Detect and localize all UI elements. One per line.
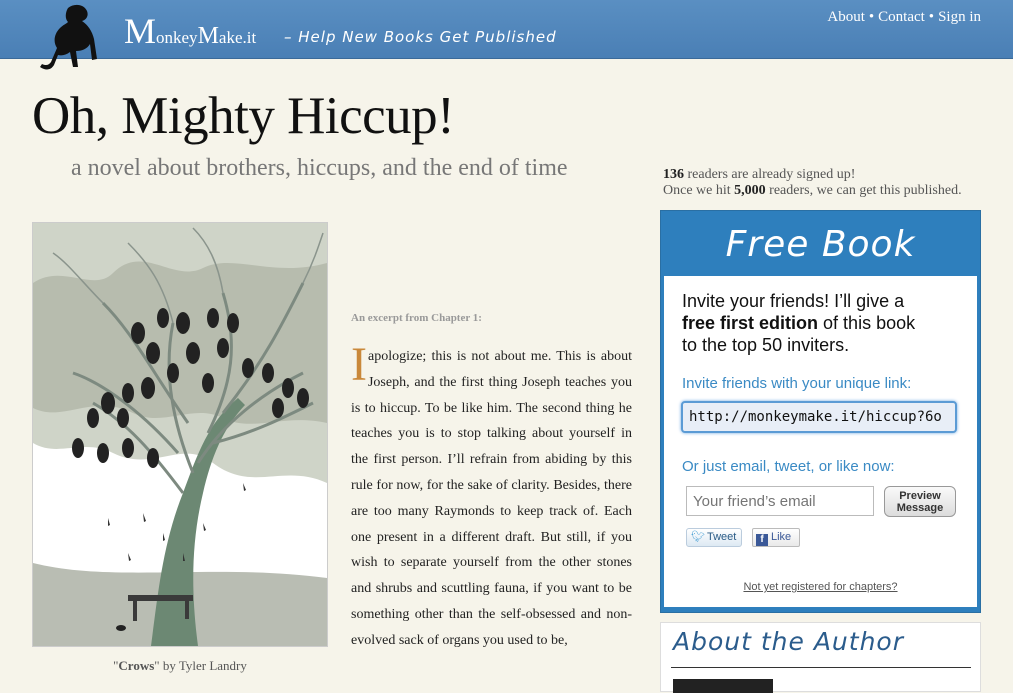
free-book-panel: Free Book Invite your friends! I’ll give… — [660, 210, 981, 613]
friend-email-input[interactable] — [686, 486, 874, 516]
facebook-like-button[interactable]: f Like — [752, 528, 800, 547]
signup-goal: 5,000 — [734, 183, 766, 198]
top-nav: About • Contact • Sign in — [827, 9, 981, 26]
not-registered-link[interactable]: Not yet registered for chapters? — [664, 581, 977, 593]
preview-message-button[interactable]: Preview Message — [884, 486, 956, 517]
author-photo — [673, 679, 773, 693]
dropcap-letter: I — [351, 338, 367, 391]
caption-credit: " by Tyler Landry — [154, 658, 247, 673]
nav-signin-link[interactable]: Sign in — [938, 9, 981, 25]
unique-link-label: Invite friends with your unique link: — [682, 375, 912, 392]
signup-count: 136 — [663, 167, 684, 182]
cover-illustration — [32, 222, 328, 647]
divider — [671, 667, 971, 668]
like-label: Like — [771, 531, 792, 543]
excerpt-body: apologize; this is not about me. This is… — [351, 349, 632, 648]
signup-line2: readers, we can get this published. — [765, 183, 962, 198]
brand-part-ake: ake.it — [218, 28, 257, 47]
monkey-logo-icon[interactable] — [28, 2, 116, 70]
preview-label-2: Message — [896, 502, 944, 514]
nav-separator: • — [928, 9, 935, 25]
facebook-icon: f — [756, 534, 768, 546]
about-author-panel: About the Author — [660, 622, 981, 693]
brand-part-onkey: onkey — [156, 28, 198, 47]
tweet-label: Tweet — [706, 531, 737, 543]
caption-title: Crows — [118, 658, 155, 673]
invite-line3: to the top 50 inviters. — [682, 335, 850, 355]
brand-name[interactable]: MonkeyMake.it — [124, 10, 256, 52]
preview-label-1: Preview — [899, 490, 941, 502]
excerpt-text: I apologize; this is not about me. This … — [351, 338, 632, 654]
share-options-label: Or just email, tweet, or like now: — [682, 458, 895, 475]
brand-letter-m2: M — [197, 23, 219, 49]
page-subtitle: a novel about brothers, hiccups, and the… — [71, 155, 568, 181]
site-header: MonkeyMake.it – Help New Books Get Publi… — [0, 0, 1013, 70]
page-title: Oh, Mighty Hiccup! — [32, 87, 455, 145]
signup-line2-prefix: Once we hit — [663, 183, 735, 198]
crows-tree-image — [33, 223, 327, 646]
tagline: – Help New Books Get Published — [284, 28, 557, 46]
invite-message: Invite your friends! I’ll give a free fi… — [682, 290, 959, 356]
about-author-heading: About the Author — [673, 627, 905, 656]
invite-bold: free first edition — [682, 313, 819, 333]
nav-about-link[interactable]: About — [827, 9, 865, 25]
free-book-body: Invite your friends! I’ll give a free fi… — [664, 276, 977, 607]
excerpt-label: An excerpt from Chapter 1: — [351, 312, 482, 324]
nav-contact-link[interactable]: Contact — [878, 9, 925, 25]
nav-separator: • — [868, 9, 875, 25]
signup-status: 136 readers are already signed up! Once … — [663, 167, 962, 199]
tweet-button[interactable]: 🐦︎ Tweet — [686, 528, 742, 547]
signup-line1: readers are already signed up! — [684, 167, 856, 182]
free-book-heading: Free Book — [725, 224, 916, 265]
twitter-bird-icon: 🐦︎ — [691, 531, 705, 543]
invite-line2: of this book — [823, 313, 916, 333]
brand-letter-m: M — [124, 11, 157, 51]
unique-link-field[interactable]: http://monkeymake.it/hiccup?6o — [681, 401, 957, 433]
cover-caption: "Crows" by Tyler Landry — [32, 658, 328, 674]
invite-line1: Invite your friends! I’ll give a — [682, 291, 905, 311]
